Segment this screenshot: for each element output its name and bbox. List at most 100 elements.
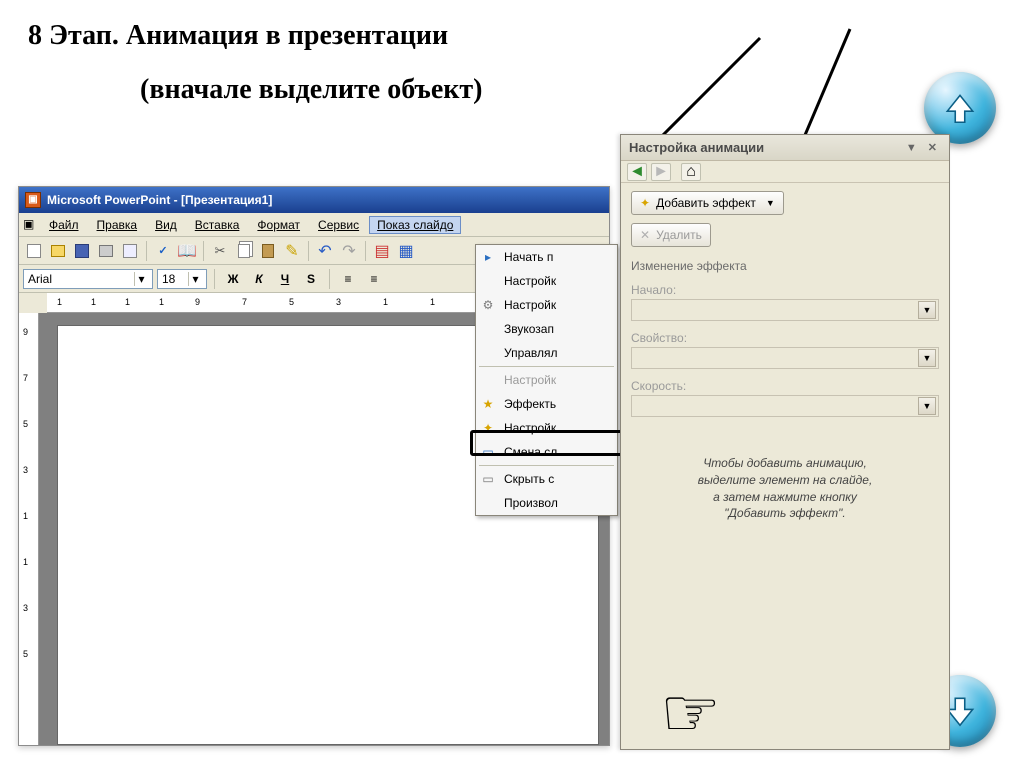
property-combo: ▼	[631, 347, 939, 369]
italic-button[interactable]: К	[248, 268, 270, 290]
menu-item-label: Смена сл	[504, 445, 557, 459]
blank-icon	[478, 343, 498, 363]
copy-button[interactable]	[233, 240, 255, 262]
menu-item-animation-setup[interactable]: ✦ Настройк	[476, 416, 617, 440]
chevron-down-icon: ▼	[766, 198, 775, 208]
nav-back-button[interactable]: ◄	[627, 163, 647, 181]
powerpoint-icon: ▣	[25, 192, 41, 208]
toolbar-sep	[329, 269, 330, 289]
hint-text: Чтобы добавить анимацию, выделите элемен…	[670, 455, 900, 522]
menu-item: Настройк	[476, 368, 617, 392]
delete-icon: ✕	[640, 228, 650, 242]
save-icon	[75, 244, 89, 258]
cut-button[interactable]: ✂	[209, 240, 231, 262]
speed-combo: ▼	[631, 395, 939, 417]
format-painter-button[interactable]: ✎	[281, 240, 303, 262]
insert-table-button[interactable]: ▦	[395, 240, 417, 262]
menu-item[interactable]: Звукозап	[476, 317, 617, 341]
property-row: Свойство: ▼	[631, 331, 939, 369]
print-button[interactable]	[95, 240, 117, 262]
align-center-button[interactable]: ≡	[363, 268, 385, 290]
transition-icon: ▭	[478, 442, 498, 462]
menu-separator	[479, 465, 614, 466]
save-button[interactable]	[71, 240, 93, 262]
hand-pointer-icon: ☞	[660, 674, 721, 753]
menu-file[interactable]: Файл	[41, 216, 87, 234]
toolbar-sep	[308, 241, 309, 261]
chevron-down-icon: ▼	[918, 349, 936, 367]
underline-button[interactable]: Ч	[274, 268, 296, 290]
menu-item-label: Управлял	[504, 346, 558, 360]
star-icon: ★	[478, 394, 498, 414]
start-label: Начало:	[631, 283, 939, 297]
star-gear-icon: ✦	[478, 418, 498, 438]
insert-chart-button[interactable]: ▤	[371, 240, 393, 262]
menu-item-label: Начать п	[504, 250, 553, 264]
pane-header-controls[interactable]: ▼ ✕	[906, 141, 941, 154]
speed-row: Скорость: ▼	[631, 379, 939, 417]
pane-title: Настройка анимации	[629, 140, 764, 155]
font-value: Arial	[28, 272, 134, 286]
size-value: 18	[162, 272, 188, 286]
menu-item-label: Настройк	[504, 421, 556, 435]
menu-item[interactable]: Настройк	[476, 269, 617, 293]
undo-button[interactable]: ↶	[314, 240, 336, 262]
menu-item[interactable]: Произвол	[476, 491, 617, 515]
slide-title: 8 Этап. Анимация в презентации	[28, 20, 448, 52]
menu-item-label: Произвол	[504, 496, 558, 510]
hide-icon: ▭	[478, 469, 498, 489]
menu-insert[interactable]: Вставка	[187, 216, 248, 234]
size-combo[interactable]: 18 ▾	[157, 269, 207, 289]
menu-view[interactable]: Вид	[147, 216, 185, 234]
font-combo[interactable]: Arial ▾	[23, 269, 153, 289]
play-icon: ▸	[478, 247, 498, 267]
nav-home-button[interactable]: ⌂	[681, 163, 701, 181]
menu-item[interactable]: ▸ Начать п	[476, 245, 617, 269]
menu-bar: ▣ Файл Правка Вид Вставка Формат Сервис …	[19, 213, 609, 237]
menu-format[interactable]: Формат	[249, 216, 308, 234]
pane-body: ✦ Добавить эффект ▼ ✕ Удалить Изменение …	[621, 183, 949, 530]
research-button[interactable]: 📖	[176, 240, 198, 262]
app-icon: ▣	[23, 217, 39, 233]
spell-button[interactable]: ✓	[152, 240, 174, 262]
window-title: Microsoft PowerPoint - [Презентация1]	[47, 193, 272, 207]
menu-slideshow[interactable]: Показ слайдо	[369, 216, 461, 234]
menu-item-label: Эффекть	[504, 397, 556, 411]
toolbar-sep	[146, 241, 147, 261]
open-button[interactable]	[47, 240, 69, 262]
chevron-down-icon: ▼	[918, 301, 936, 319]
align-left-button[interactable]: ≡	[337, 268, 359, 290]
speed-label: Скорость:	[631, 379, 939, 393]
slide-subtitle: (вначале выделите объект)	[140, 74, 483, 106]
new-icon	[27, 244, 41, 258]
open-icon	[51, 245, 65, 257]
menu-edit[interactable]: Правка	[89, 216, 146, 234]
menu-item[interactable]: ▭ Скрыть с	[476, 467, 617, 491]
pane-header: Настройка анимации ▼ ✕	[621, 135, 949, 161]
redo-button[interactable]: ↷	[338, 240, 360, 262]
menu-item-label: Настройк	[504, 373, 556, 387]
start-combo: ▼	[631, 299, 939, 321]
chevron-down-icon: ▾	[134, 272, 148, 286]
menu-tools[interactable]: Сервис	[310, 216, 367, 234]
nav-forward-button[interactable]: ►	[651, 163, 671, 181]
copy-icon	[238, 244, 250, 258]
menu-item[interactable]: Управлял	[476, 341, 617, 365]
paste-button[interactable]	[257, 240, 279, 262]
menu-item[interactable]: ★ Эффекть	[476, 392, 617, 416]
property-label: Свойство:	[631, 331, 939, 345]
toolbar-sep	[365, 241, 366, 261]
preview-icon	[123, 244, 137, 258]
add-effect-button[interactable]: ✦ Добавить эффект ▼	[631, 191, 784, 215]
menu-item[interactable]: ▭ Смена сл	[476, 440, 617, 464]
blank-icon	[478, 319, 498, 339]
bold-button[interactable]: Ж	[222, 268, 244, 290]
menu-item[interactable]: ⚙ Настройк	[476, 293, 617, 317]
shadow-button[interactable]: S	[300, 268, 322, 290]
arrow-up-icon	[941, 89, 979, 127]
section-label: Изменение эффекта	[631, 259, 939, 273]
preview-button[interactable]	[119, 240, 141, 262]
arrow-line-1	[650, 28, 770, 148]
chevron-down-icon: ▾	[188, 272, 202, 286]
new-button[interactable]	[23, 240, 45, 262]
